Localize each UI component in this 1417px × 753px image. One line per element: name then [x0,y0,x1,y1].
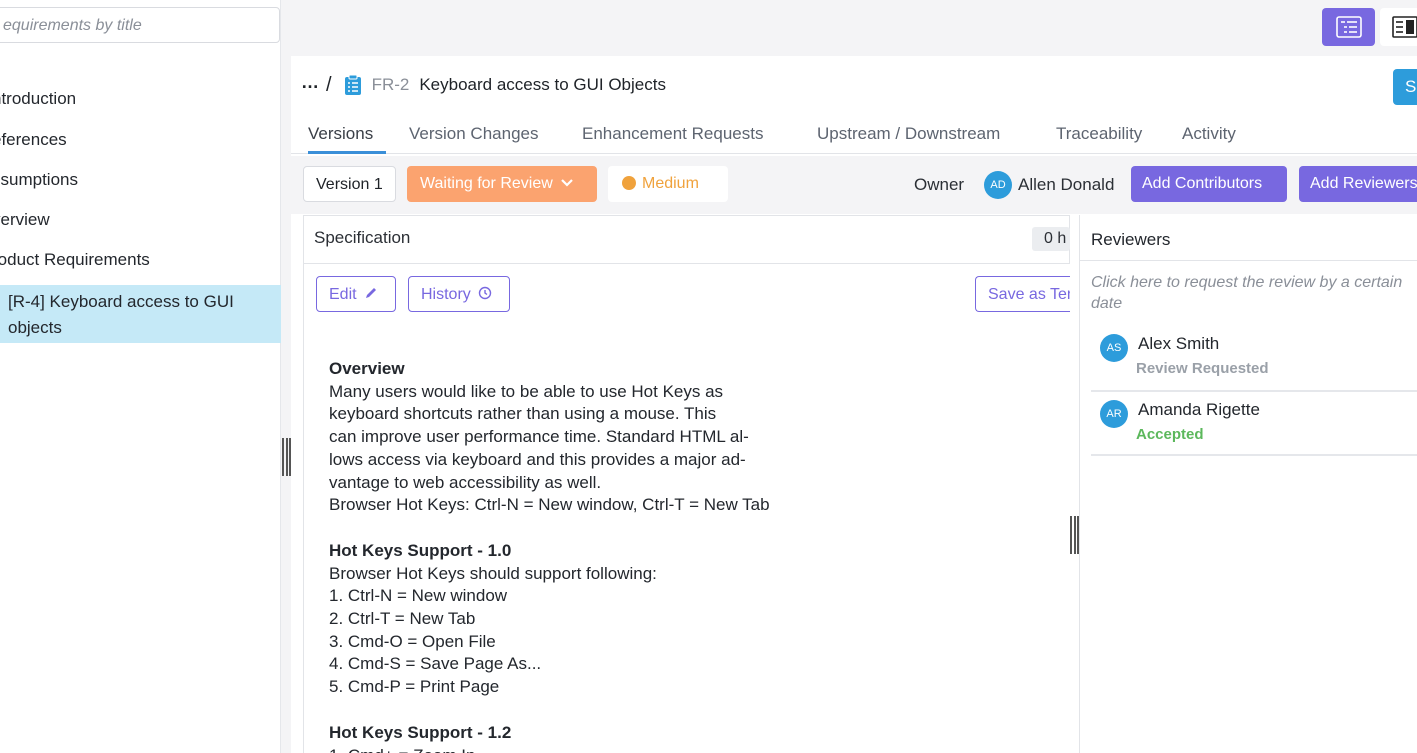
reviewer-item: AR Amanda Rigette Accepted [1091,400,1417,456]
top-bar [281,0,1417,56]
sidebar-resize-handle[interactable] [282,438,291,476]
history-button[interactable]: History [408,276,510,312]
requirement-id: FR-2 [371,75,410,94]
tab-bar: Versions Version Changes Enhancement Req… [291,112,1417,154]
content-line: 4. Cmd-S = Save Page As... [329,654,542,674]
panel-resize-handle[interactable] [1070,516,1079,554]
content-line: 1. Ctrl-N = New window [329,586,508,606]
split-view-button[interactable] [1380,8,1417,46]
add-contributors-button[interactable]: Add Contributors [1131,166,1287,202]
sidebar-item-product-requirements[interactable]: roduct Requirements [0,250,150,270]
breadcrumb-separator: / [326,73,332,96]
edit-label: Edit [329,286,357,303]
priority-selector[interactable]: Medium [608,166,728,202]
save-as-template-button[interactable]: Save as Template [975,276,1070,312]
reviewer-status: Review Requested [1136,360,1269,377]
status-dropdown[interactable]: Waiting for Review [407,166,597,202]
sidebar-item-active[interactable]: [R-4] Keyboard access to GUI objects [0,285,281,343]
tab-version-changes[interactable]: Version Changes [409,124,538,144]
reviewer-name: Amanda Rigette [1138,400,1260,419]
reviewers-title: Reviewers [1091,230,1171,249]
sidebar-item-assumptions[interactable]: ssumptions [0,170,78,190]
priority-label: Medium [642,175,699,192]
tree-view-icon [1335,16,1362,38]
tab-traceability[interactable]: Traceability [1056,124,1142,144]
reviewer-avatar: AS [1100,334,1128,362]
content-line: 5. Cmd-P = Print Page [329,677,500,697]
sidebar-item-overview[interactable]: verview [0,210,50,230]
top-right-action-button[interactable]: S [1393,69,1417,105]
sidebar-item-introduction[interactable]: ntroduction [0,89,76,109]
specification-content: Overview Many users would like to be abl… [329,358,849,753]
pencil-icon [366,288,377,298]
tab-upstream-downstream[interactable]: Upstream / Downstream [817,124,1000,144]
split-view-icon [1392,16,1417,38]
chevron-down-icon [561,179,574,187]
active-tab-indicator [308,151,386,154]
hours-badge: 0 h [1032,227,1070,251]
requirement-document-icon [344,74,361,95]
tree-view-button[interactable] [1322,8,1375,46]
tab-activity[interactable]: Activity [1182,124,1236,144]
specification-header [303,215,1070,264]
content-line: lows access via keyboard and this provid… [329,449,746,469]
owner-name: Allen Donald [1018,175,1115,194]
history-icon [479,286,492,300]
breadcrumb-more-button[interactable]: … [301,72,320,93]
content-line: 1. Cmd+ = Zoom In [329,745,849,753]
tab-versions[interactable]: Versions [308,124,373,144]
owner-label: Owner [914,175,965,194]
content-line: vantage to web accessibility as well. [329,472,602,492]
priority-icon [622,176,636,190]
content-line: Browser Hot Keys: Ctrl-N = New window, C… [329,495,770,515]
content-line: Browser Hot Keys should support followin… [329,563,657,583]
edit-button[interactable]: Edit [316,276,396,312]
tab-enhancement-requests[interactable]: Enhancement Requests [582,124,763,144]
content-line: keyboard shortcuts rather than using a m… [329,404,717,424]
search-input[interactable]: equirements by title [0,7,280,43]
request-review-link[interactable]: Click here to request the review by a ce… [1091,272,1417,314]
section-heading: Hot Keys Support - 1.2 [329,722,512,742]
section-heading: Hot Keys Support - 1.0 [329,540,512,560]
requirement-title: Keyboard access to GUI Objects [419,75,666,94]
sidebar-item-active-label: [R-4] Keyboard access to GUI objects [8,292,234,337]
content-line: can improve user performance time. Stand… [329,427,749,447]
status-label: Waiting for Review [420,175,553,192]
specification-title: Specification [314,228,411,247]
requirements-sidebar: equirements by title ntroduction eferenc… [0,0,281,753]
reviewer-status: Accepted [1136,426,1204,443]
add-reviewers-button[interactable]: Add Reviewers [1299,166,1417,202]
content-line: Many users would like to be able to use … [329,381,724,401]
content-line: 3. Cmd-O = Open File [329,631,496,651]
section-heading: Overview [329,359,405,378]
reviewer-name: Alex Smith [1138,334,1220,353]
reviewer-item: AS Alex Smith Review Requested [1091,334,1417,392]
version-selector[interactable]: Version 1 [303,166,396,202]
history-label: History [421,286,471,303]
reviewer-avatar: AR [1100,400,1128,428]
sidebar-item-references[interactable]: eferences [0,130,67,150]
owner-avatar: AD [984,171,1012,199]
breadcrumb: … / FR-2 Keyboard access to GUI Objects [301,70,666,100]
content-line: 2. Ctrl-T = New Tab [329,609,476,629]
